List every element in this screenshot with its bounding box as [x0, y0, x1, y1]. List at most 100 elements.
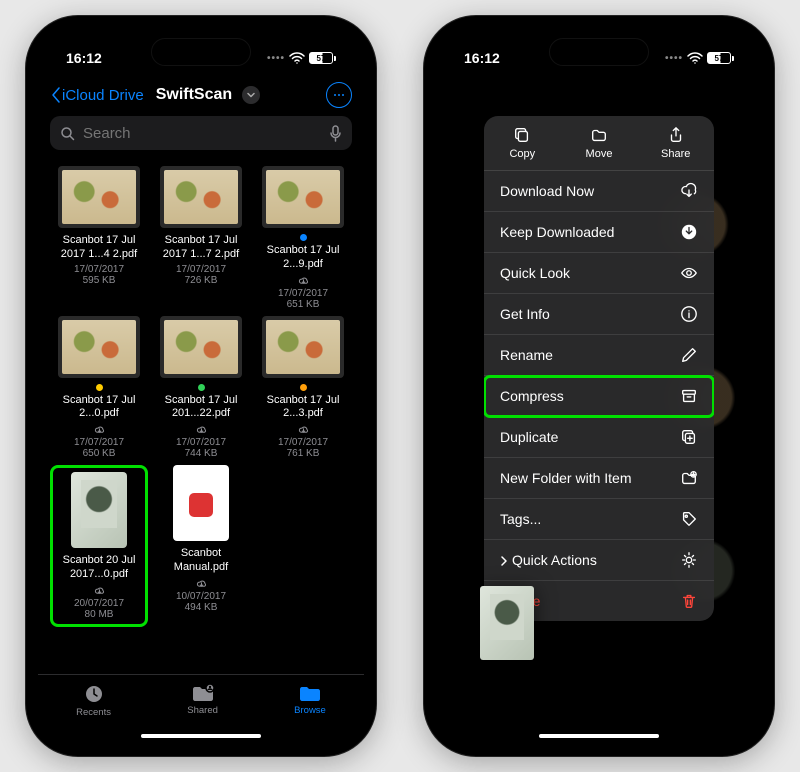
menu-quick-actions[interactable]: Quick Actions	[484, 540, 714, 581]
file-item[interactable]: Scanbot 17 Jul 2017 1...7 2.pdf 17/07/20…	[152, 166, 250, 310]
file-item[interactable]: Scanbot 17 Jul 2...9.pdf 17/07/2017 651 …	[254, 166, 352, 310]
menu-download-now[interactable]: Download Now	[484, 171, 714, 212]
file-date: 17/07/2017	[278, 288, 328, 299]
cloud-icon	[196, 424, 207, 435]
file-name: Scanbot 17 Jul 2...9.pdf	[255, 234, 351, 286]
microphone-icon[interactable]	[329, 125, 342, 142]
file-thumbnail	[160, 316, 242, 378]
status-time: 16:12	[66, 50, 102, 66]
search-input[interactable]	[83, 125, 321, 142]
status-time: 16:12	[464, 50, 500, 66]
duplicate-icon	[680, 428, 698, 446]
copy-icon	[513, 126, 531, 144]
file-size: 650 KB	[83, 448, 116, 459]
status-right: •••• 57	[267, 52, 336, 64]
file-name: Scanbot 17 Jul 2017 1...7 2.pdf	[153, 234, 249, 262]
file-thumbnail	[58, 316, 140, 378]
search-bar[interactable]	[50, 116, 352, 150]
file-item[interactable]: Scanbot 17 Jul 2...3.pdf 17/07/2017 761 …	[254, 316, 352, 460]
tab-recents[interactable]: Recents	[76, 683, 111, 718]
file-date: 17/07/2017	[74, 437, 124, 448]
file-item[interactable]: Scanbot 20 Jul 2017...0.pdf 20/07/2017 8…	[50, 465, 148, 627]
file-name: Scanbot 17 Jul 201...22.pdf	[153, 384, 249, 436]
tab-shared[interactable]: Shared	[187, 683, 218, 716]
folder-icon	[298, 683, 322, 703]
file-size: 494 KB	[185, 602, 218, 613]
context-file-thumbnail[interactable]	[480, 586, 534, 660]
share-icon	[667, 126, 685, 144]
chevron-left-icon	[50, 86, 62, 104]
back-label: iCloud Drive	[62, 87, 144, 104]
downloaded-icon	[680, 223, 698, 241]
menu-duplicate[interactable]: Duplicate	[484, 417, 714, 458]
file-name: Scanbot 17 Jul 2...0.pdf	[51, 384, 147, 436]
menu-get-info[interactable]: Get Info	[484, 294, 714, 335]
wifi-icon	[687, 52, 703, 64]
file-date: 17/07/2017	[176, 437, 226, 448]
home-indicator[interactable]	[141, 734, 261, 738]
menu-quick-look[interactable]: Quick Look	[484, 253, 714, 294]
file-size: 726 KB	[185, 275, 218, 286]
status-right: •••• 57	[665, 52, 734, 64]
search-icon	[60, 126, 75, 141]
file-date: 20/07/2017	[74, 598, 124, 609]
file-name: Scanbot Manual.pdf	[153, 547, 249, 589]
file-thumbnail	[262, 316, 344, 378]
file-size: 595 KB	[83, 275, 116, 286]
file-date: 17/07/2017	[74, 264, 124, 275]
file-name: Scanbot 17 Jul 2017 1...4 2.pdf	[51, 234, 147, 262]
wifi-icon	[289, 52, 305, 64]
menu-share[interactable]: Share	[637, 116, 714, 170]
chevron-right-icon	[500, 556, 508, 566]
file-item[interactable]: Scanbot Manual.pdf 10/07/2017 494 KB	[152, 465, 250, 627]
menu-rename[interactable]: Rename	[484, 335, 714, 376]
dynamic-island	[549, 38, 649, 66]
file-item[interactable]: Scanbot 17 Jul 201...22.pdf 17/07/2017 7…	[152, 316, 250, 460]
cloud-icon	[196, 578, 207, 589]
more-button[interactable]	[326, 82, 352, 108]
menu-tags[interactable]: Tags...	[484, 499, 714, 540]
screen-left: 16:12 •••• 57 iCloud Drive SwiftScan	[38, 28, 364, 744]
nav-bar: iCloud Drive SwiftScan	[38, 78, 364, 116]
pencil-icon	[680, 346, 698, 364]
title-dropdown[interactable]	[242, 86, 260, 104]
tag-dot	[300, 234, 307, 241]
screen-right: 16:12 •••• 57 Copy Move	[436, 28, 762, 744]
folder-icon	[590, 126, 608, 144]
file-size: 761 KB	[287, 448, 320, 459]
clock-icon	[83, 683, 105, 705]
menu-new-folder[interactable]: New Folder with Item	[484, 458, 714, 499]
page-title: SwiftScan	[156, 86, 232, 104]
context-menu: Copy Move Share Download Now Keep Downlo…	[484, 116, 714, 621]
battery-icon: 57	[309, 52, 336, 64]
file-name: Scanbot 17 Jul 2...3.pdf	[255, 384, 351, 436]
chevron-down-icon	[246, 90, 256, 100]
ellipsis-icon	[332, 88, 346, 102]
menu-move[interactable]: Move	[561, 116, 638, 170]
menu-compress[interactable]: Compress	[484, 376, 714, 417]
file-size: 651 KB	[287, 299, 320, 310]
file-date: 17/07/2017	[278, 437, 328, 448]
menu-copy[interactable]: Copy	[484, 116, 561, 170]
file-thumbnail	[71, 472, 127, 548]
phone-left: 16:12 •••• 57 iCloud Drive SwiftScan	[26, 16, 376, 756]
cloud-icon	[94, 585, 105, 596]
tag-dot	[300, 384, 307, 391]
home-indicator[interactable]	[539, 734, 659, 738]
tab-browse[interactable]: Browse	[294, 683, 326, 716]
menu-top-actions: Copy Move Share	[484, 116, 714, 171]
file-item[interactable]: Scanbot 17 Jul 2017 1...4 2.pdf 17/07/20…	[50, 166, 148, 310]
file-size: 744 KB	[185, 448, 218, 459]
cloud-icon	[94, 424, 105, 435]
menu-keep-downloaded[interactable]: Keep Downloaded	[484, 212, 714, 253]
file-item[interactable]: Scanbot 17 Jul 2...0.pdf 17/07/2017 650 …	[50, 316, 148, 460]
file-name: Scanbot 20 Jul 2017...0.pdf	[57, 554, 141, 596]
cloud-icon	[298, 275, 309, 286]
tag-dot	[198, 384, 205, 391]
status-dots-icon: ••••	[665, 53, 683, 64]
file-date: 17/07/2017	[176, 264, 226, 275]
file-thumbnail	[160, 166, 242, 228]
back-button[interactable]: iCloud Drive	[50, 86, 144, 104]
tag-dot	[96, 384, 103, 391]
cloud-icon	[298, 424, 309, 435]
